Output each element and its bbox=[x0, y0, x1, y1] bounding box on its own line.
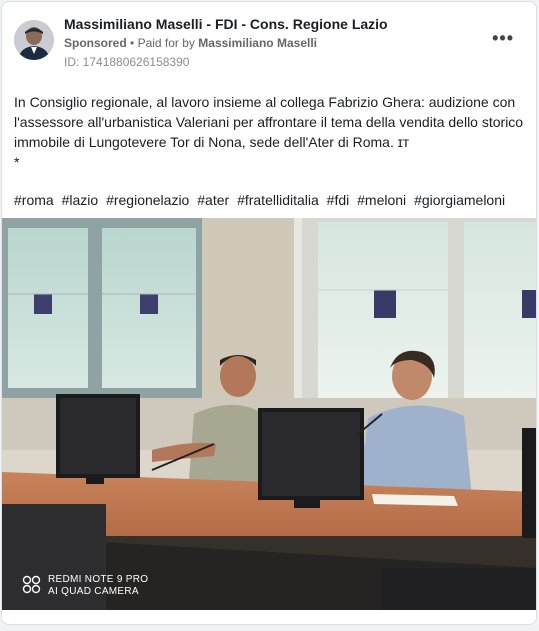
avatar[interactable] bbox=[14, 20, 54, 60]
paid-for-name[interactable]: Massimiliano Maselli bbox=[198, 36, 317, 50]
hashtag[interactable]: #lazio bbox=[62, 192, 99, 208]
post-header: Massimiliano Maselli - FDI - Cons. Regio… bbox=[2, 2, 536, 82]
watermark-line-2: AI QUAD CAMERA bbox=[48, 586, 139, 597]
post-text-main: In Consiglio regionale, al lavoro insiem… bbox=[14, 94, 524, 150]
sponsored-line: Sponsored • Paid for by Massimiliano Mas… bbox=[64, 36, 317, 50]
post-text-asterisk: * bbox=[14, 154, 20, 170]
post-image[interactable]: REDMI NOTE 9 PRO AI QUAD CAMERA bbox=[2, 218, 536, 610]
more-options-button[interactable]: ••• bbox=[492, 28, 514, 49]
hashtag[interactable]: #fratelliditalia bbox=[237, 192, 319, 208]
page-name[interactable]: Massimiliano Maselli - FDI - Cons. Regio… bbox=[64, 16, 388, 32]
hashtag[interactable]: #roma bbox=[14, 192, 54, 208]
ad-card: Massimiliano Maselli - FDI - Cons. Regio… bbox=[1, 1, 537, 625]
ad-id: ID: 1741880626158390 bbox=[64, 55, 190, 69]
post-text: In Consiglio regionale, al lavoro insiem… bbox=[14, 92, 526, 172]
camera-dots-icon bbox=[22, 575, 42, 599]
hashtag[interactable]: #regionelazio bbox=[106, 192, 189, 208]
sponsored-label: Sponsored bbox=[64, 36, 127, 50]
hashtag-list: #roma #lazio #regionelazio #ater #fratel… bbox=[14, 192, 509, 208]
hashtag[interactable]: #meloni bbox=[357, 192, 406, 208]
hashtag[interactable]: #giorgiameloni bbox=[414, 192, 505, 208]
paid-for-prefix: Paid for by bbox=[137, 36, 195, 50]
meeting-photo bbox=[2, 218, 536, 610]
hashtag[interactable]: #ater bbox=[197, 192, 229, 208]
hashtag[interactable]: #fdi bbox=[327, 192, 350, 208]
watermark-text: REDMI NOTE 9 PRO AI QUAD CAMERA bbox=[48, 574, 148, 598]
separator-dot: • bbox=[130, 36, 135, 50]
watermark-line-1: REDMI NOTE 9 PRO bbox=[48, 574, 149, 585]
